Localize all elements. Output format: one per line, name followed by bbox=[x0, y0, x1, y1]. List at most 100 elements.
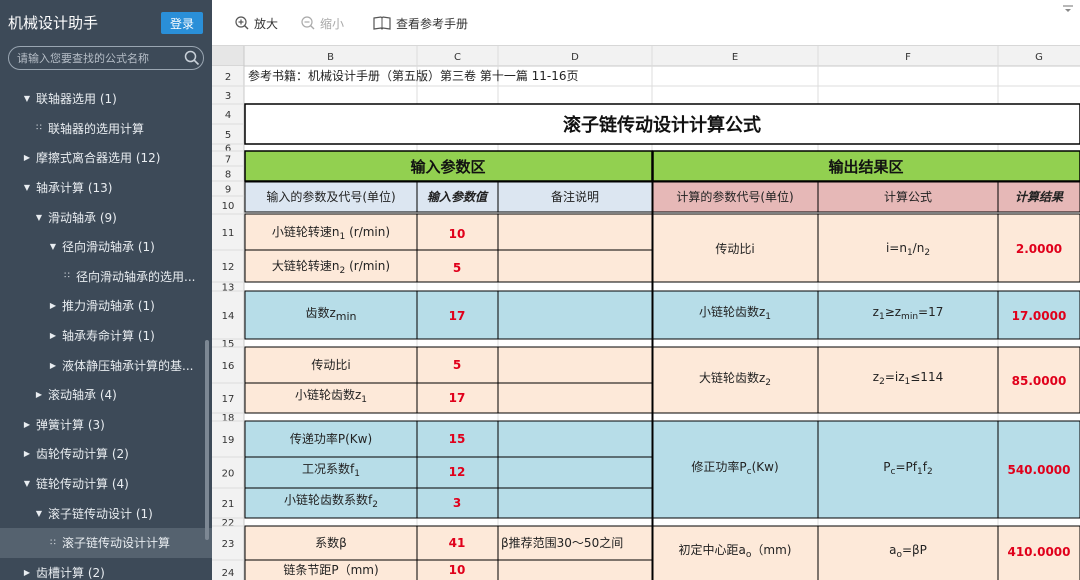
row-header[interactable]: 12 bbox=[222, 262, 235, 273]
expand-down-icon[interactable]: ▼ bbox=[48, 242, 58, 251]
expand-right-icon[interactable]: ▶ bbox=[22, 153, 32, 162]
row-header[interactable]: 15 bbox=[222, 339, 235, 350]
header-input-param-text: 输入的参数及代号(单位) bbox=[266, 189, 395, 204]
book-icon bbox=[373, 16, 391, 30]
input-label-beta: 系数β bbox=[315, 535, 347, 550]
expand-right-icon[interactable]: ▶ bbox=[34, 390, 44, 399]
expand-right-icon[interactable]: ▶ bbox=[48, 301, 58, 310]
expand-right-icon[interactable]: ▶ bbox=[22, 420, 32, 429]
tree-item[interactable]: ▼ 径向滑动轴承 (1) bbox=[0, 232, 212, 262]
spreadsheet[interactable]: BCDEFG 2 3 4 5 6 7 8 9 10 11 12 13 14 15 16 17 18 19 20 21 2… bbox=[212, 46, 1080, 580]
tree-item[interactable]: ∷ 联轴器的选用计算 bbox=[0, 114, 212, 144]
output-label-ratio: 传动比i bbox=[715, 241, 754, 256]
formula-tree: ▼ 联轴器选用 (1) ∷ 联轴器的选用计算 ▶ 摩擦式离合器选用 (12) ▼ 轴承计算 (… bbox=[0, 84, 212, 580]
input-value-f1[interactable]: 12 bbox=[449, 465, 466, 479]
row-header[interactable]: 5 bbox=[225, 130, 231, 141]
row-header[interactable]: 16 bbox=[222, 361, 235, 372]
input-value-pitch[interactable]: 10 bbox=[449, 563, 466, 577]
input-value-z1[interactable]: 17 bbox=[449, 391, 466, 405]
expand-down-icon[interactable]: ▼ bbox=[22, 94, 32, 103]
tree-item[interactable]: ▼ 联轴器选用 (1) bbox=[0, 84, 212, 114]
column-header[interactable]: D bbox=[571, 52, 579, 63]
tree-item[interactable]: ▼ 轴承计算 (13) bbox=[0, 173, 212, 203]
search-icon[interactable] bbox=[181, 47, 203, 69]
zoom-out-button[interactable]: 缩小 bbox=[300, 13, 344, 33]
tree-item-label: 液体静压轴承计算的基... bbox=[62, 358, 194, 373]
column-header[interactable]: G bbox=[1035, 52, 1043, 63]
expand-down-icon[interactable]: ▼ bbox=[22, 183, 32, 192]
zoom-in-icon bbox=[235, 16, 249, 30]
tree-item-label: 推力滑动轴承 (1) bbox=[62, 299, 155, 314]
input-value-n1[interactable]: 10 bbox=[449, 227, 466, 241]
row-header[interactable]: 4 bbox=[225, 110, 231, 121]
expand-down-icon[interactable]: ▼ bbox=[34, 509, 44, 518]
row-header[interactable]: 13 bbox=[222, 283, 235, 294]
tree-item[interactable]: ▶ 液体静压轴承计算的基... bbox=[0, 350, 212, 380]
expand-right-icon[interactable]: ▶ bbox=[22, 568, 32, 577]
row-header[interactable]: 19 bbox=[222, 435, 235, 446]
input-value-f2[interactable]: 3 bbox=[453, 496, 461, 510]
leaf-dots-icon: ∷ bbox=[36, 123, 42, 134]
tree-item[interactable]: ▼ 滑动轴承 (9) bbox=[0, 202, 212, 232]
tree-item[interactable]: ▶ 弹簧计算 (3) bbox=[0, 410, 212, 440]
output-result-pc: 540.0000 bbox=[1007, 463, 1070, 477]
input-value-zmin[interactable]: 17 bbox=[449, 309, 466, 323]
row-header[interactable]: 21 bbox=[222, 499, 235, 510]
row-header[interactable]: 22 bbox=[222, 518, 235, 529]
expand-down-icon[interactable]: ▼ bbox=[34, 213, 44, 222]
zoom-in-button[interactable]: 放大 bbox=[234, 13, 278, 33]
input-value-i[interactable]: 5 bbox=[453, 358, 461, 372]
tree-item[interactable]: ▼ 滚子链传动设计 (1) bbox=[0, 498, 212, 528]
row-header[interactable]: 17 bbox=[222, 394, 235, 405]
column-header[interactable]: B bbox=[327, 52, 334, 63]
sidebar-scrollbar[interactable] bbox=[205, 340, 209, 540]
expand-down-icon[interactable]: ▼ bbox=[22, 479, 32, 488]
row-header[interactable]: 23 bbox=[222, 539, 235, 550]
tree-item[interactable]: ∷ 径向滑动轴承的选用... bbox=[0, 262, 212, 292]
tree-item[interactable]: ▶ 齿槽计算 (2) bbox=[0, 558, 212, 580]
output-result-z1: 17.0000 bbox=[1012, 309, 1067, 323]
input-value-p[interactable]: 15 bbox=[449, 432, 466, 446]
column-header[interactable]: F bbox=[905, 52, 911, 63]
sheet-title: 滚子链传动设计计算公式 bbox=[563, 114, 761, 136]
tree-item[interactable]: ∷ 滚子链传动设计计算 bbox=[0, 527, 212, 558]
expand-right-icon[interactable]: ▶ bbox=[22, 449, 32, 458]
column-header-bar bbox=[212, 46, 1080, 66]
row-header[interactable]: 18 bbox=[222, 413, 235, 424]
input-label-p: 传递功率P(Kw) bbox=[290, 431, 372, 446]
row-header[interactable]: 2 bbox=[225, 72, 231, 83]
tree-item[interactable]: ▶ 摩擦式离合器选用 (12) bbox=[0, 143, 212, 173]
row-header[interactable]: 9 bbox=[225, 185, 231, 196]
expand-right-icon[interactable]: ▶ bbox=[48, 331, 58, 340]
block-corrected-power: 传递功率P(Kw) 15 工况系数f1 12 小链轮齿数系数f2 3 修正功率P… bbox=[244, 420, 1080, 519]
column-header[interactable]: C bbox=[454, 52, 461, 63]
row-header[interactable]: 3 bbox=[225, 91, 231, 102]
header-output-param-text: 计算的参数代号(单位) bbox=[676, 189, 793, 204]
row-header[interactable]: 20 bbox=[222, 469, 235, 480]
row-header[interactable]: 6 bbox=[225, 144, 231, 155]
tree-item[interactable]: ▼ 链轮传动计算 (4) bbox=[0, 469, 212, 499]
search-input[interactable] bbox=[9, 51, 181, 65]
input-value-beta[interactable]: 41 bbox=[449, 536, 466, 550]
column-header[interactable]: E bbox=[732, 52, 738, 63]
tree-item[interactable]: ▶ 滚动轴承 (4) bbox=[0, 380, 212, 410]
tree-item-label: 径向滑动轴承 (1) bbox=[62, 240, 155, 255]
expand-right-icon[interactable]: ▶ bbox=[48, 361, 58, 370]
row-header[interactable]: 24 bbox=[222, 568, 235, 579]
corner-cell[interactable] bbox=[212, 46, 244, 66]
input-value-n2[interactable]: 5 bbox=[453, 261, 461, 275]
login-button[interactable]: 登录 bbox=[161, 12, 203, 34]
tree-item[interactable]: ▶ 齿轮传动计算 (2) bbox=[0, 439, 212, 469]
row-header[interactable]: 14 bbox=[222, 311, 235, 322]
row-header[interactable]: 10 bbox=[222, 201, 235, 212]
row-header[interactable]: 8 bbox=[225, 170, 231, 181]
tree-item[interactable]: ▶ 轴承寿命计算 (1) bbox=[0, 321, 212, 351]
row-header[interactable]: 11 bbox=[222, 228, 235, 239]
view-manual-button[interactable]: 查看参考手册 bbox=[372, 13, 468, 33]
collapse-icon[interactable] bbox=[1062, 4, 1074, 17]
header-formula-text: 计算公式 bbox=[884, 189, 932, 204]
row-header[interactable]: 7 bbox=[225, 155, 231, 166]
tree-item[interactable]: ▶ 推力滑动轴承 (1) bbox=[0, 291, 212, 321]
zoom-out-icon bbox=[301, 16, 315, 30]
header-note-text: 备注说明 bbox=[551, 189, 599, 204]
